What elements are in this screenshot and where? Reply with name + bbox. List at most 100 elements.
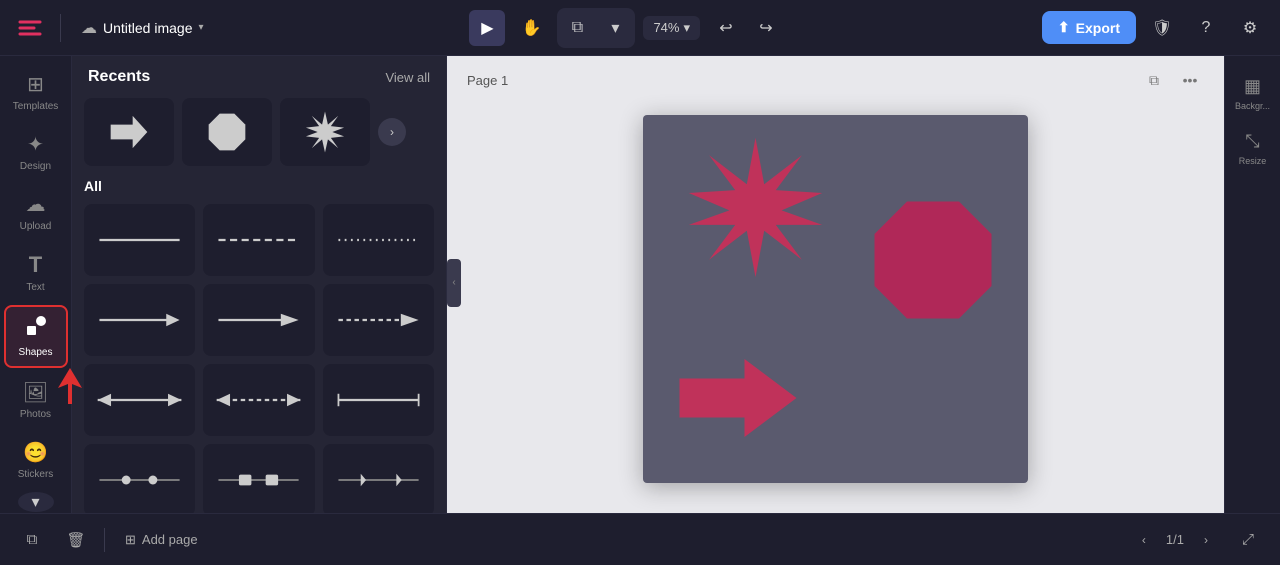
canvas-area: Page 1 ⧉ ••• [447, 56, 1224, 513]
bottom-divider [104, 528, 105, 552]
right-panel-background[interactable]: ▦ Backgr... [1227, 68, 1279, 119]
sidebar-item-upload-label: Upload [20, 221, 52, 232]
shape-cell-dotted-double-arrow[interactable] [203, 364, 314, 436]
shape-cell-dotted-line[interactable] [323, 204, 434, 276]
sidebar-item-photos-label: Photos [20, 409, 51, 420]
sidebar-item-design-label: Design [20, 161, 51, 172]
prev-page-button[interactable]: ‹ [1130, 526, 1158, 554]
sidebar-icons: ⊞ Templates ✦ Design ☁ Upload T Text Sha… [0, 56, 72, 513]
shape-cell-slider3[interactable] [323, 444, 434, 513]
select-tool-button[interactable]: ▶ [469, 10, 505, 46]
design-icon: ✦ [27, 132, 44, 157]
sidebar-item-stickers[interactable]: 😊 Stickers [4, 432, 68, 488]
recent-shape-octagon[interactable] [182, 98, 272, 166]
recents-row: › [72, 98, 446, 178]
hand-tool-button[interactable]: ✋ [513, 10, 549, 46]
undo-button[interactable]: ↩ [708, 10, 744, 46]
canvas-octagon-shape[interactable] [868, 195, 998, 330]
page-nav: ‹ 1/1 › [1130, 526, 1220, 554]
zoom-button[interactable]: 74% ▾ [643, 16, 700, 40]
fullscreen-button[interactable]: ⤢ [1232, 524, 1264, 556]
redo-button[interactable]: ↪ [748, 10, 784, 46]
shapes-icon [25, 315, 47, 343]
right-panel-resize[interactable]: ⤡ Resize [1227, 123, 1279, 174]
canvas-starburst-shape[interactable] [683, 135, 828, 285]
shape-cell-arrow-right2[interactable] [203, 284, 314, 356]
recents-title: Recents [88, 68, 150, 86]
topbar-right: ⬆ Export 🛡 ? ⚙ [1042, 10, 1268, 46]
background-label: Backgr... [1235, 101, 1270, 111]
topbar-left: ☁ Untitled image ▾ [12, 10, 212, 46]
sidebar-item-templates[interactable]: ⊞ Templates [4, 64, 68, 120]
document-title: Untitled image [103, 20, 193, 36]
sidebar-item-text-label: Text [26, 282, 44, 293]
shape-cell-dashed-line[interactable] [203, 204, 314, 276]
background-icon: ▦ [1244, 76, 1261, 97]
stickers-icon: 😊 [23, 440, 48, 465]
upload-icon: ☁ [26, 192, 46, 217]
shapes-grid [84, 204, 434, 513]
carousel-next-button[interactable]: › [378, 118, 406, 146]
topbar-divider [60, 14, 61, 42]
shield-icon-button[interactable]: 🛡 [1144, 10, 1180, 46]
resize-label: Resize [1239, 156, 1267, 166]
page-thumbnail-button[interactable]: ⧉ [1140, 66, 1168, 94]
recent-shape-arrow[interactable] [84, 98, 174, 166]
sidebar-item-shapes-label: Shapes [19, 347, 53, 358]
panel-collapse-handle[interactable]: ‹ [447, 259, 461, 307]
sidebar-item-design[interactable]: ✦ Design [4, 124, 68, 180]
export-label: Export [1076, 20, 1120, 36]
recent-shape-starburst[interactable] [280, 98, 370, 166]
templates-icon: ⊞ [27, 72, 44, 97]
canvas-wrapper [447, 104, 1224, 513]
next-page-button[interactable]: › [1192, 526, 1220, 554]
zoom-level: 74% [653, 20, 679, 35]
undo-redo-group: ↩ ↪ [708, 10, 784, 46]
page-label-actions: ⧉ ••• [1140, 66, 1204, 94]
text-icon: T [29, 252, 42, 278]
add-page-icon: ⊞ [125, 532, 136, 548]
shape-cell-solid-line[interactable] [84, 204, 195, 276]
sidebar-item-stickers-label: Stickers [18, 469, 54, 480]
export-button[interactable]: ⬆ Export [1042, 11, 1136, 44]
cloud-icon: ☁ [81, 18, 97, 38]
sidebar-item-text[interactable]: T Text [4, 244, 68, 301]
logo-button[interactable] [12, 10, 48, 46]
all-section: All [72, 178, 446, 513]
page-thumbnail-bottom-button[interactable]: ⧉ [16, 524, 48, 556]
bottom-bar: ⧉ 🗑 ⊞ Add page ‹ 1/1 › ⤢ [0, 513, 1280, 565]
topbar-center: ▶ ✋ ⧉ ▾ 74% ▾ ↩ ↪ [220, 8, 1034, 48]
add-page-button[interactable]: ⊞ Add page [117, 528, 206, 552]
shape-cell-arrow-right[interactable] [84, 284, 195, 356]
view-tool-group: ⧉ ▾ [557, 8, 635, 48]
shape-cell-slider1[interactable] [84, 444, 195, 513]
resize-icon: ⤡ [1245, 131, 1259, 152]
sidebar-item-shapes[interactable]: Shapes [4, 305, 68, 368]
sidebar-item-templates-label: Templates [13, 101, 59, 112]
page-info: 1/1 [1166, 532, 1184, 547]
page-label: Page 1 [467, 73, 508, 88]
recents-header: Recents View all [72, 56, 446, 98]
shape-cell-dotted-arrow-right[interactable] [323, 284, 434, 356]
document-title-area[interactable]: ☁ Untitled image ▾ [73, 14, 212, 42]
canvas-arrow-shape[interactable] [673, 348, 803, 453]
all-title: All [84, 178, 434, 194]
shape-cell-slider2[interactable] [203, 444, 314, 513]
shape-cell-measure-arrow[interactable] [323, 364, 434, 436]
page-more-button[interactable]: ••• [1176, 66, 1204, 94]
frame-chevron-button[interactable]: ▾ [597, 10, 633, 46]
photos-icon: 🖼 [23, 380, 48, 405]
shape-cell-double-arrow[interactable] [84, 364, 195, 436]
add-page-label: Add page [142, 532, 198, 547]
title-chevron-icon: ▾ [199, 22, 204, 33]
frame-tool-button[interactable]: ⧉ [559, 10, 595, 46]
sidebar-more-button[interactable]: ▾ [18, 492, 54, 512]
view-all-button[interactable]: View all [385, 70, 430, 85]
sidebar-item-upload[interactable]: ☁ Upload [4, 184, 68, 240]
canvas[interactable] [643, 115, 1028, 483]
settings-icon-button[interactable]: ⚙ [1232, 10, 1268, 46]
help-icon-button[interactable]: ? [1188, 10, 1224, 46]
main-area: ⊞ Templates ✦ Design ☁ Upload T Text Sha… [0, 56, 1280, 513]
delete-page-button[interactable]: 🗑 [60, 524, 92, 556]
sidebar-item-photos[interactable]: 🖼 Photos [4, 372, 68, 428]
